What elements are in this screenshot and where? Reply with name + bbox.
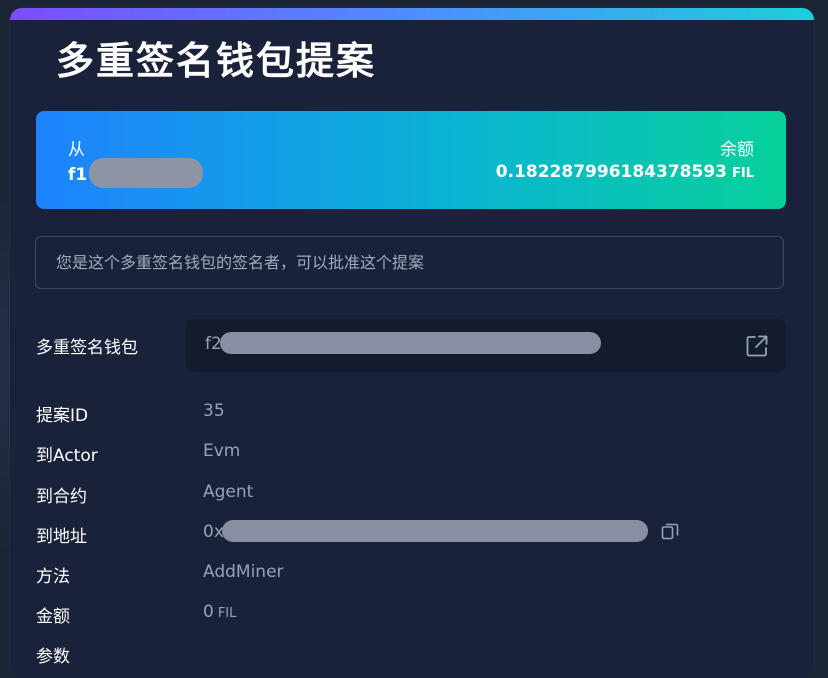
redacted-to-address [221, 519, 648, 542]
multisig-wallet-field: f2 [186, 319, 786, 372]
from-address: f1 [68, 158, 204, 188]
proposal-card: 多重签名钱包提案 从 f1 余额 0.182287996184378593 FIL… [10, 8, 814, 678]
card-accent-bar [10, 8, 814, 20]
amount-value: 0 FIL [203, 602, 236, 622]
redacted-multisig-address [219, 331, 601, 354]
signer-notice: 您是这个多重签名钱包的签名者，可以批准这个提案 [35, 236, 784, 289]
to-contract-label: 到合约 [36, 487, 87, 507]
from-balance-panel: 从 f1 余额 0.182287996184378593 FIL [36, 111, 786, 209]
params-label: 参数 [36, 647, 70, 667]
balance-value: 0.182287996184378593 FIL [496, 162, 754, 182]
to-contract-value: Agent [203, 482, 254, 502]
multisig-wallet-label: 多重签名钱包 [36, 338, 138, 358]
page-title: 多重签名钱包提案 [56, 39, 377, 83]
from-address-prefix: f1 [68, 165, 88, 185]
copy-icon[interactable] [660, 521, 680, 541]
from-label: 从 [68, 140, 85, 160]
method-label: 方法 [36, 567, 70, 587]
method-value: AddMiner [203, 562, 284, 582]
amount-label: 金额 [36, 607, 70, 627]
to-actor-value: Evm [203, 441, 241, 461]
external-link-icon[interactable] [744, 333, 770, 359]
multisig-wallet-address: f2 [205, 331, 601, 354]
to-address-label: 到地址 [36, 527, 87, 547]
amount-unit: FIL [217, 606, 237, 621]
to-address-value: 0x [203, 519, 680, 542]
to-actor-label: 到Actor [36, 446, 98, 466]
redacted-from-address [89, 158, 204, 188]
balance-label: 余额 [720, 140, 754, 160]
proposal-id-label: 提案ID [36, 406, 89, 426]
balance-amount: 0.182287996184378593 [495, 162, 727, 182]
balance-unit: FIL [731, 166, 754, 181]
to-address-prefix: 0x [203, 522, 224, 542]
amount-number: 0 [203, 602, 214, 622]
proposal-id-value: 35 [203, 401, 225, 421]
